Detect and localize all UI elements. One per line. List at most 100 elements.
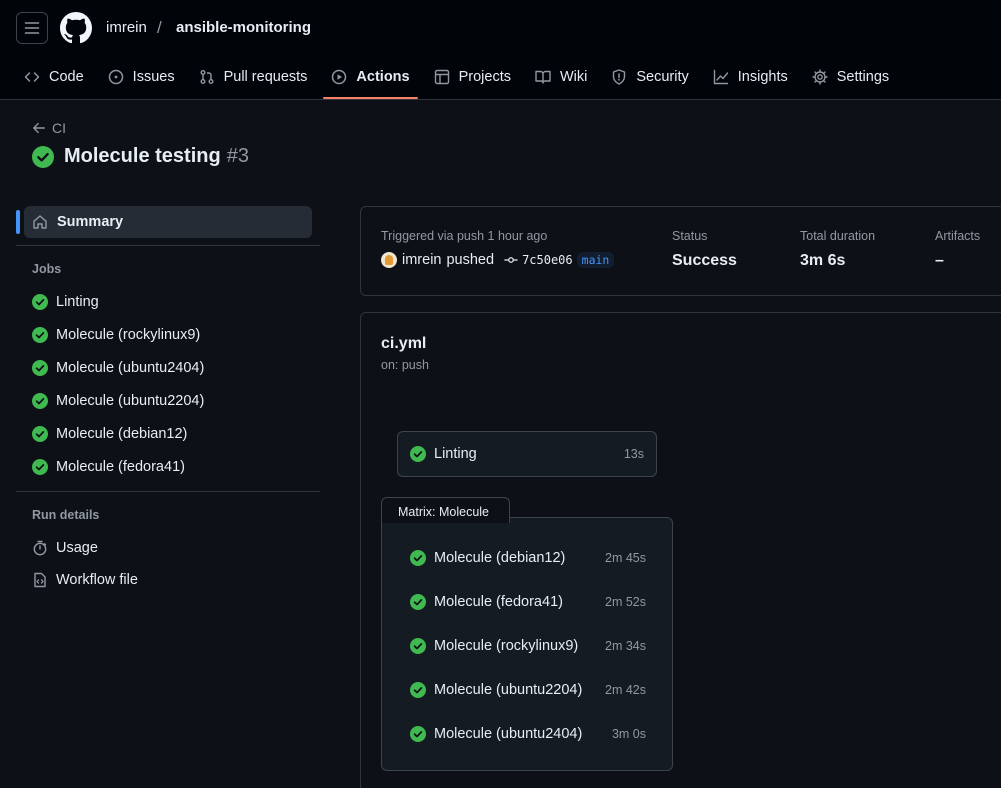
page-title: Molecule testing #3	[32, 145, 249, 168]
arrow-left-icon	[33, 122, 45, 134]
sidebar-job-label: Molecule (rockylinux9)	[56, 327, 201, 343]
graph-job-ubuntu2404[interactable]: Molecule (ubuntu2404) 3m 0s	[410, 722, 646, 746]
job-duration: 3m 0s	[611, 727, 646, 741]
tab-insights[interactable]: Insights	[705, 56, 796, 98]
triggered-text: Triggered via push 1 hour ago	[381, 229, 548, 243]
workflow-file-name[interactable]: ci.yml	[381, 335, 426, 353]
sidebar-job-rockylinux9[interactable]: Molecule (rockylinux9)	[32, 323, 200, 347]
code-icon	[24, 72, 40, 82]
success-check-icon	[410, 726, 426, 742]
play-icon	[332, 69, 347, 85]
success-check-icon	[410, 550, 426, 566]
sidebar-item-summary-label: Summary	[57, 214, 124, 230]
tab-settings[interactable]: Settings	[804, 56, 897, 98]
commit-link[interactable]: 7c50e06	[504, 253, 573, 267]
shield-icon	[613, 69, 626, 85]
avatar[interactable]	[381, 252, 397, 268]
issue-icon	[108, 69, 123, 85]
sidebar-divider	[16, 491, 320, 492]
tab-pull-requests[interactable]: Pull requests	[191, 56, 316, 98]
table-icon	[434, 69, 449, 85]
tab-projects[interactable]: Projects	[426, 56, 519, 98]
sidebar-item-usage[interactable]: Usage	[32, 536, 98, 560]
job-name: Molecule (ubuntu2404)	[434, 726, 583, 742]
matrix-group: Molecule (debian12) 2m 45s Molecule (fed…	[381, 517, 673, 771]
tab-code[interactable]: Code	[16, 56, 92, 98]
sidebar-job-debian12[interactable]: Molecule (debian12)	[32, 422, 187, 446]
sidebar-job-label: Molecule (ubuntu2204)	[56, 393, 205, 409]
job-name: Molecule (rockylinux9)	[434, 638, 579, 654]
tab-actions-label: Actions	[356, 69, 410, 85]
run-title: Molecule testing	[64, 145, 221, 167]
success-check-icon	[32, 360, 48, 376]
sidebar-job-label: Molecule (fedora41)	[56, 459, 185, 475]
stopwatch-icon	[33, 540, 47, 556]
graph-job-rockylinux9[interactable]: Molecule (rockylinux9) 2m 34s	[410, 634, 646, 658]
actor-name[interactable]: imrein	[402, 252, 441, 268]
tab-projects-label: Projects	[458, 69, 511, 85]
graph-job-debian12[interactable]: Molecule (debian12) 2m 45s	[410, 546, 646, 570]
job-name: Molecule (ubuntu2204)	[434, 682, 583, 698]
book-icon	[535, 70, 551, 84]
tab-settings-label: Settings	[836, 69, 890, 85]
run-number: #3	[226, 145, 249, 167]
hamburger-icon	[24, 22, 40, 34]
sidebar-job-ubuntu2404[interactable]: Molecule (ubuntu2404)	[32, 356, 204, 380]
tab-actions[interactable]: Actions	[323, 56, 418, 99]
branch-badge[interactable]: main	[576, 252, 615, 268]
sidebar-job-ubuntu2204[interactable]: Molecule (ubuntu2204)	[32, 389, 204, 413]
tab-insights-label: Insights	[737, 69, 788, 85]
sidebar-item-workflow-file[interactable]: Workflow file	[32, 568, 138, 592]
gear-icon	[812, 69, 828, 85]
job-duration: 2m 42s	[605, 683, 646, 697]
tab-pull-requests-label: Pull requests	[223, 69, 308, 85]
duration-label: Total duration	[800, 229, 876, 243]
run-details-heading: Run details	[32, 508, 100, 522]
breadcrumb-owner[interactable]: imrein	[106, 18, 147, 38]
tab-issues[interactable]: Issues	[100, 56, 183, 98]
menu-button[interactable]	[16, 12, 48, 44]
file-code-icon	[34, 572, 46, 588]
sidebar-item-summary[interactable]: Summary	[24, 206, 312, 238]
commit-sha: 7c50e06	[522, 253, 573, 267]
tab-security[interactable]: Security	[603, 56, 696, 98]
back-link-label: CI	[52, 120, 66, 136]
active-indicator	[16, 210, 20, 234]
success-check-icon	[32, 294, 48, 310]
tab-wiki-label: Wiki	[559, 69, 588, 85]
sidebar-job-linting[interactable]: Linting	[32, 290, 99, 314]
job-duration: 2m 45s	[605, 551, 646, 565]
workflow-graph: ci.yml on: push Linting 13s Matrix: Mole…	[360, 312, 1001, 788]
success-check-icon	[32, 426, 48, 442]
success-check-icon	[32, 145, 54, 168]
status-value: Success	[672, 252, 737, 269]
commit-icon	[504, 257, 518, 263]
success-check-icon	[410, 638, 426, 654]
breadcrumb-repo[interactable]: ansible-monitoring	[176, 18, 311, 38]
tab-wiki[interactable]: Wiki	[527, 56, 595, 98]
artifacts-value: –	[935, 252, 944, 269]
job-name: Molecule (debian12)	[434, 550, 566, 566]
top-header: imrein / ansible-monitoring Code Issues …	[0, 0, 1001, 100]
workflow-trigger: on: push	[381, 358, 429, 372]
back-link[interactable]: CI	[32, 120, 66, 136]
push-action: pushed	[446, 252, 495, 268]
run-summary-card: Triggered via push 1 hour ago imrein pus…	[360, 206, 1001, 296]
github-logo-icon[interactable]	[60, 12, 92, 44]
sidebar-item-usage-label: Usage	[56, 540, 98, 556]
success-check-icon	[410, 594, 426, 610]
graph-job-ubuntu2204[interactable]: Molecule (ubuntu2204) 2m 42s	[410, 678, 646, 702]
graph-job-linting[interactable]: Linting 13s	[397, 431, 657, 477]
success-check-icon	[410, 446, 426, 462]
sidebar-job-label: Linting	[56, 294, 99, 310]
sidebar-item-workflow-file-label: Workflow file	[56, 572, 138, 588]
tab-issues-label: Issues	[132, 69, 175, 85]
graph-job-fedora41[interactable]: Molecule (fedora41) 2m 52s	[410, 590, 646, 614]
jobs-heading: Jobs	[32, 262, 62, 276]
success-check-icon	[32, 459, 48, 475]
job-name: Linting	[434, 446, 477, 462]
sidebar-job-label: Molecule (ubuntu2404)	[56, 360, 205, 376]
repo-tabs: Code Issues Pull requests Actions Projec…	[16, 56, 905, 100]
tab-security-label: Security	[636, 69, 689, 85]
sidebar-job-fedora41[interactable]: Molecule (fedora41)	[32, 455, 185, 479]
